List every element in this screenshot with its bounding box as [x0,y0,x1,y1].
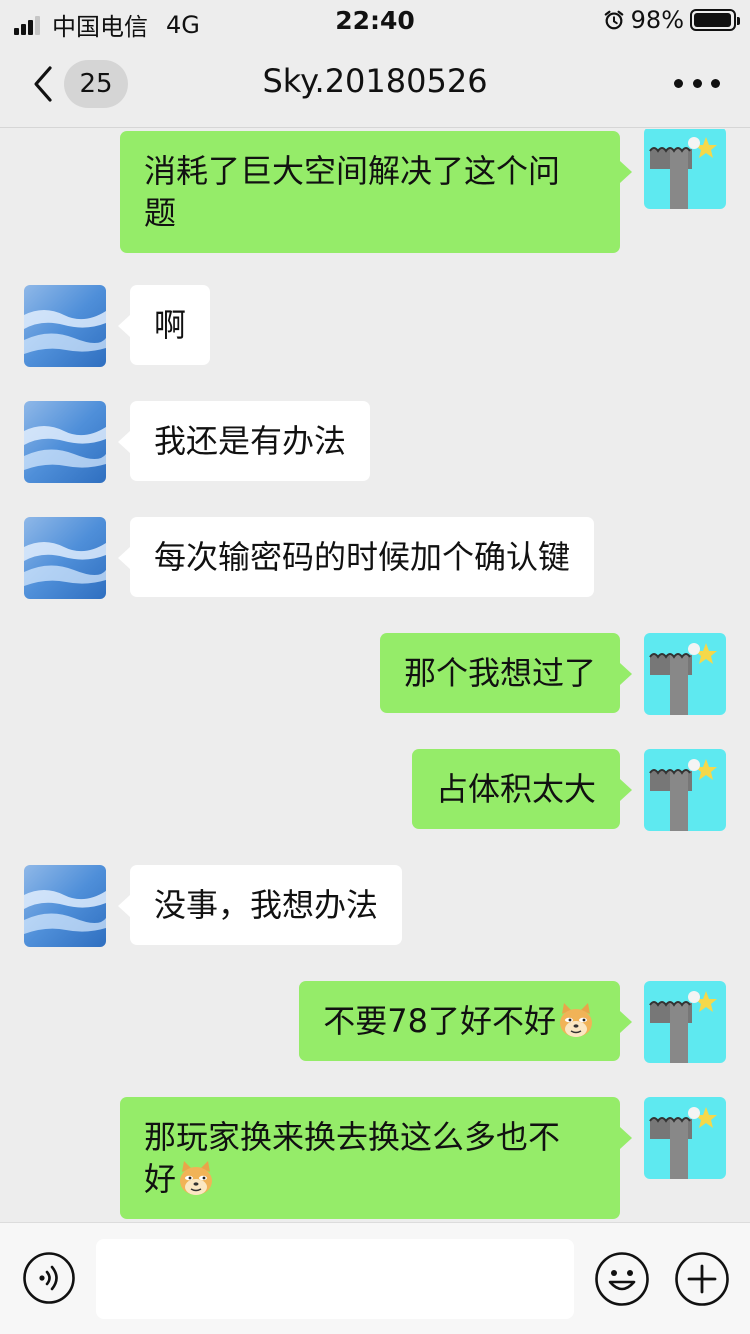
avatar-image [644,749,726,831]
avatar-image [644,633,726,715]
status-right: 98% [603,6,740,34]
chat-input-bar [0,1222,750,1334]
my-avatar[interactable] [644,633,726,715]
outgoing-message-bubble[interactable]: 那玩家换来换去换这么多也不 好 [120,1097,632,1219]
more-dots-icon[interactable] [674,70,720,96]
contact-avatar[interactable] [24,865,106,947]
outgoing-message-bubble[interactable]: 消耗了巨大空间解决了这个问 题 [120,131,632,253]
incoming-message-bubble[interactable]: 没事，我想办法 [117,865,403,945]
voice-icon[interactable] [22,1251,76,1305]
message-text: 那玩家换来换去换这么多也不 [144,1118,561,1156]
chat-title: Sky.20180526 [262,62,488,100]
message-text: 我还是有办法 [154,422,347,460]
battery-icon [690,9,740,31]
incoming-message-bubble[interactable]: 啊 [117,285,211,365]
contact-avatar[interactable] [24,517,106,599]
message-text: 那个我想过了 [403,654,596,692]
battery-percent: 98% [630,6,684,34]
my-avatar[interactable] [644,981,726,1063]
message-text: 啊 [154,306,187,344]
message-list[interactable]: 消耗了巨大空间解决了这个问 题 啊 我还是有办法 每次输密码的时候加个确认键 那… [0,129,750,1221]
avatar-image [24,401,106,483]
my-avatar[interactable] [644,749,726,831]
doge-emoji-icon [180,1161,213,1195]
status-bar: 中国电信 4G 22:40 98% [0,0,750,41]
outgoing-message-bubble[interactable]: 不要78了好不好 [299,981,632,1061]
avatar-image [24,865,106,947]
message-text: 占体积太大 [435,770,596,808]
message-text: 每次输密码的时候加个确认键 [154,538,571,576]
my-avatar[interactable] [644,1097,726,1179]
battery-tip [737,17,740,25]
avatar-image [24,285,106,367]
outgoing-message-bubble[interactable]: 占体积太大 [411,749,633,829]
incoming-message-bubble[interactable]: 我还是有办法 [117,401,371,481]
avatar-image [644,129,726,209]
smiley-icon[interactable] [594,1251,650,1307]
avatar-image [644,1097,726,1179]
battery-fill [694,13,732,27]
message-input[interactable] [96,1239,574,1319]
message-text: 消耗了巨大空间解决了这个问 [144,152,561,190]
avatar-image [644,981,726,1063]
alarm-icon [604,10,624,30]
outgoing-message-bubble[interactable]: 那个我想过了 [379,633,633,713]
message-text-continued: 好 [144,1160,177,1198]
incoming-message-bubble[interactable]: 每次输密码的时候加个确认键 [117,517,595,597]
message-text: 不要78了好不好 [323,1002,556,1040]
plus-icon[interactable] [674,1251,730,1307]
contact-avatar[interactable] [24,401,106,483]
message-text-continued: 题 [144,194,177,232]
message-text: 没事，我想办法 [154,886,379,924]
avatar-image [24,517,106,599]
my-avatar[interactable] [644,129,726,209]
chat-header: 25 Sky.20180526 [0,40,750,128]
contact-avatar[interactable] [24,285,106,367]
doge-emoji-icon [560,1003,592,1037]
